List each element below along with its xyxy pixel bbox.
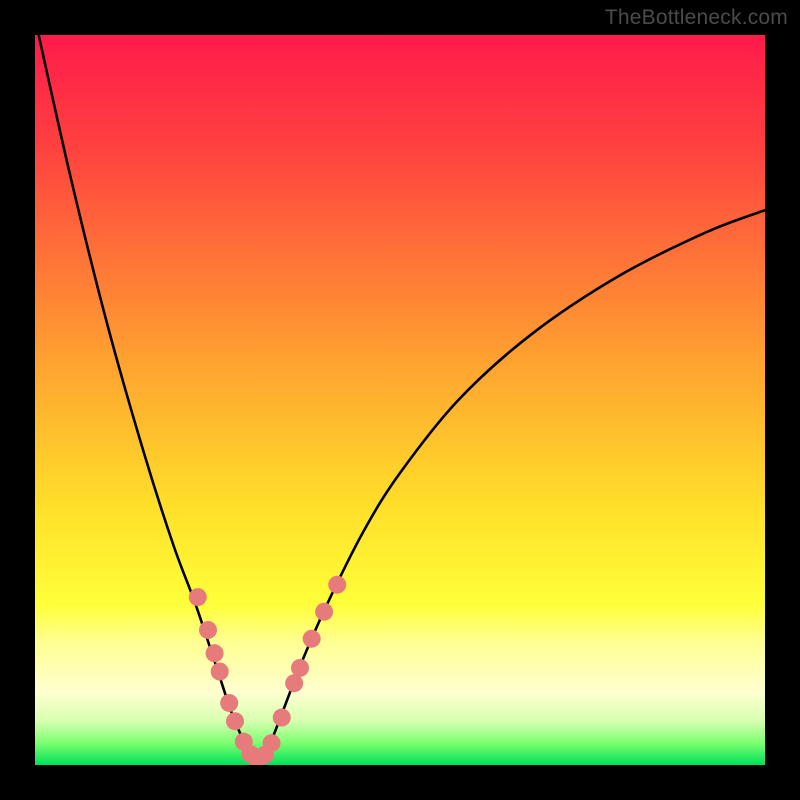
marker-point: [199, 621, 217, 639]
chart-frame: TheBottleneck.com: [0, 0, 800, 800]
marker-point: [206, 644, 224, 662]
bottleneck-curve: [39, 35, 765, 761]
curve-layer: [35, 35, 765, 765]
marker-point: [263, 734, 281, 752]
marker-point: [315, 603, 333, 621]
marker-point: [220, 694, 238, 712]
marker-point: [303, 630, 321, 648]
watermark: TheBottleneck.com: [605, 6, 788, 30]
highlighted-points: [189, 576, 346, 765]
marker-point: [211, 663, 229, 681]
plot-area: [35, 35, 765, 765]
marker-point: [273, 709, 291, 727]
marker-point: [285, 674, 303, 692]
marker-point: [189, 588, 207, 606]
marker-point: [226, 712, 244, 730]
marker-point: [328, 576, 346, 594]
marker-point: [291, 659, 309, 677]
